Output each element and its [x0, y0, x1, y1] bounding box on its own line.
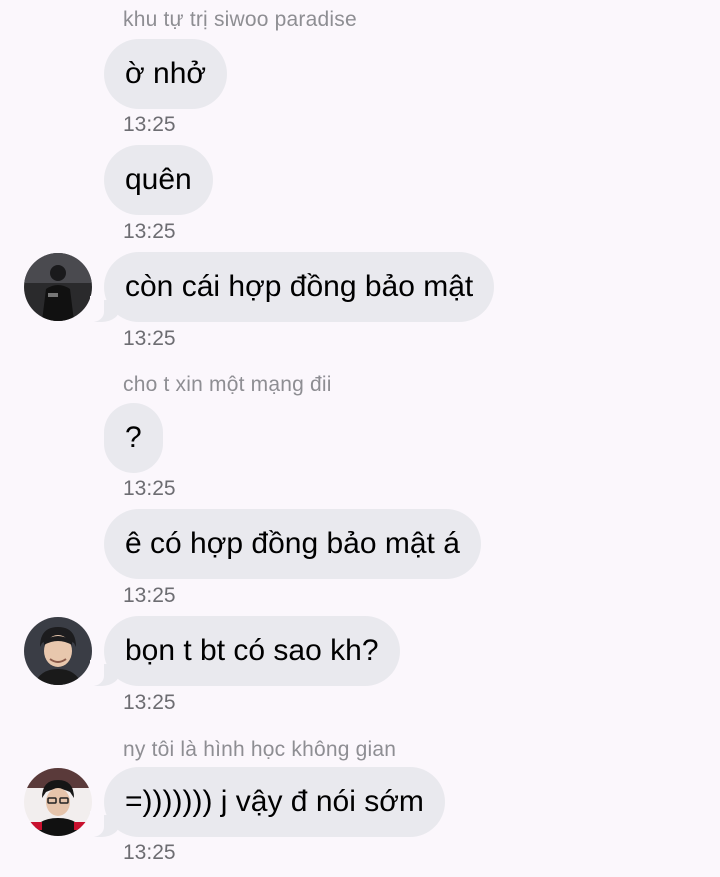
message-bubble[interactable]: còn cái hợp đồng bảo mật: [89, 252, 495, 322]
message-text: ờ nhở: [125, 57, 207, 90]
avatar[interactable]: [24, 253, 92, 321]
message-text: ê có hợp đồng bảo mật á: [125, 527, 460, 560]
avatar[interactable]: [24, 768, 92, 836]
message-text: còn cái hợp đồng bảo mật: [125, 270, 474, 303]
message-time: 13:25: [123, 477, 176, 500]
message-time: 13:25: [123, 584, 176, 607]
message-text: =))))))) j vậy đ nói sớm: [125, 785, 424, 818]
sender-name: ny tôi là hình học không gian: [123, 738, 397, 761]
message-bubble[interactable]: ờ nhở: [104, 39, 228, 109]
sender-name: cho t xin một mạng đii: [123, 373, 332, 396]
message-time: 13:25: [123, 691, 176, 714]
message-text: quên: [125, 163, 192, 196]
message-bubble[interactable]: quên: [104, 145, 213, 215]
sender-name: khu tự trị siwoo paradise: [123, 8, 357, 31]
avatar[interactable]: [24, 617, 92, 685]
message-text: bọn t bt có sao kh?: [125, 634, 379, 667]
message-text: ?: [125, 421, 142, 454]
message-bubble[interactable]: ?: [104, 403, 163, 473]
message-bubble[interactable]: =))))))) j vậy đ nói sớm: [90, 767, 445, 837]
message-bubble[interactable]: ê có hợp đồng bảo mật á: [104, 509, 481, 579]
message-time: 13:25: [123, 113, 176, 136]
message-time: 13:25: [123, 841, 176, 864]
message-time: 13:25: [123, 220, 176, 243]
message-bubble[interactable]: bọn t bt có sao kh?: [90, 616, 400, 686]
message-time: 13:25: [123, 327, 176, 350]
